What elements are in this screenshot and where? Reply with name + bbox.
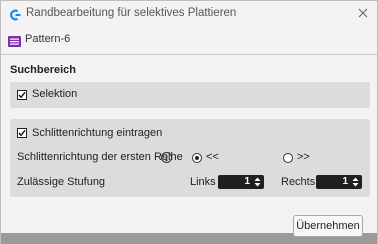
- radio-selected-dot: [195, 156, 199, 160]
- carriage-direction-label: Schlittenrichtung eintragen: [32, 127, 163, 139]
- close-icon: [358, 8, 368, 18]
- radio-right-label: >>: [297, 151, 310, 163]
- title-bar: Randbearbeitung für selektives Plattiere…: [1, 1, 377, 27]
- left-step-spinner[interactable]: 1: [218, 175, 264, 189]
- apply-button[interactable]: Übernehmen: [293, 215, 363, 237]
- first-row-direction-label: Schlittenrichtung der ersten Reihe: [17, 151, 183, 163]
- checkmark-icon: [18, 129, 26, 137]
- checkmark-icon: [18, 91, 26, 99]
- right-step-value: 1: [342, 176, 348, 187]
- right-step-label: Rechts: [281, 176, 316, 188]
- close-button[interactable]: [355, 5, 371, 21]
- spinner-arrows-icon[interactable]: [352, 176, 359, 188]
- search-panel: Selektion: [10, 82, 370, 108]
- left-step-label: Links: [190, 176, 216, 188]
- section-title-search: Suchbereich: [10, 64, 77, 76]
- radio-left-direction[interactable]: [192, 153, 202, 163]
- selection-label: Selektion: [32, 88, 78, 100]
- selection-checkbox[interactable]: [17, 90, 27, 100]
- pattern-header: Pattern-6: [1, 27, 377, 53]
- radio-left-label: <<: [206, 151, 219, 163]
- pattern-icon: [8, 34, 21, 47]
- right-step-spinner[interactable]: 1: [316, 175, 362, 189]
- dialog-window: Randbearbeitung für selektives Plattiere…: [0, 0, 378, 244]
- radio-right-direction[interactable]: [283, 153, 293, 163]
- info-icon[interactable]: i: [161, 152, 172, 163]
- header-divider: [1, 54, 377, 55]
- app-logo-icon: [8, 8, 21, 21]
- left-step-value: 1: [244, 176, 250, 187]
- carriage-direction-checkbox[interactable]: [17, 128, 27, 138]
- spinner-arrows-icon[interactable]: [254, 176, 261, 188]
- window-title: Randbearbeitung für selektives Plattiere…: [26, 7, 237, 19]
- step-label: Zulässige Stufung: [17, 176, 106, 188]
- carriage-panel: Schlittenrichtung eintragen Schlittenric…: [10, 119, 370, 197]
- pattern-name: Pattern-6: [25, 33, 71, 45]
